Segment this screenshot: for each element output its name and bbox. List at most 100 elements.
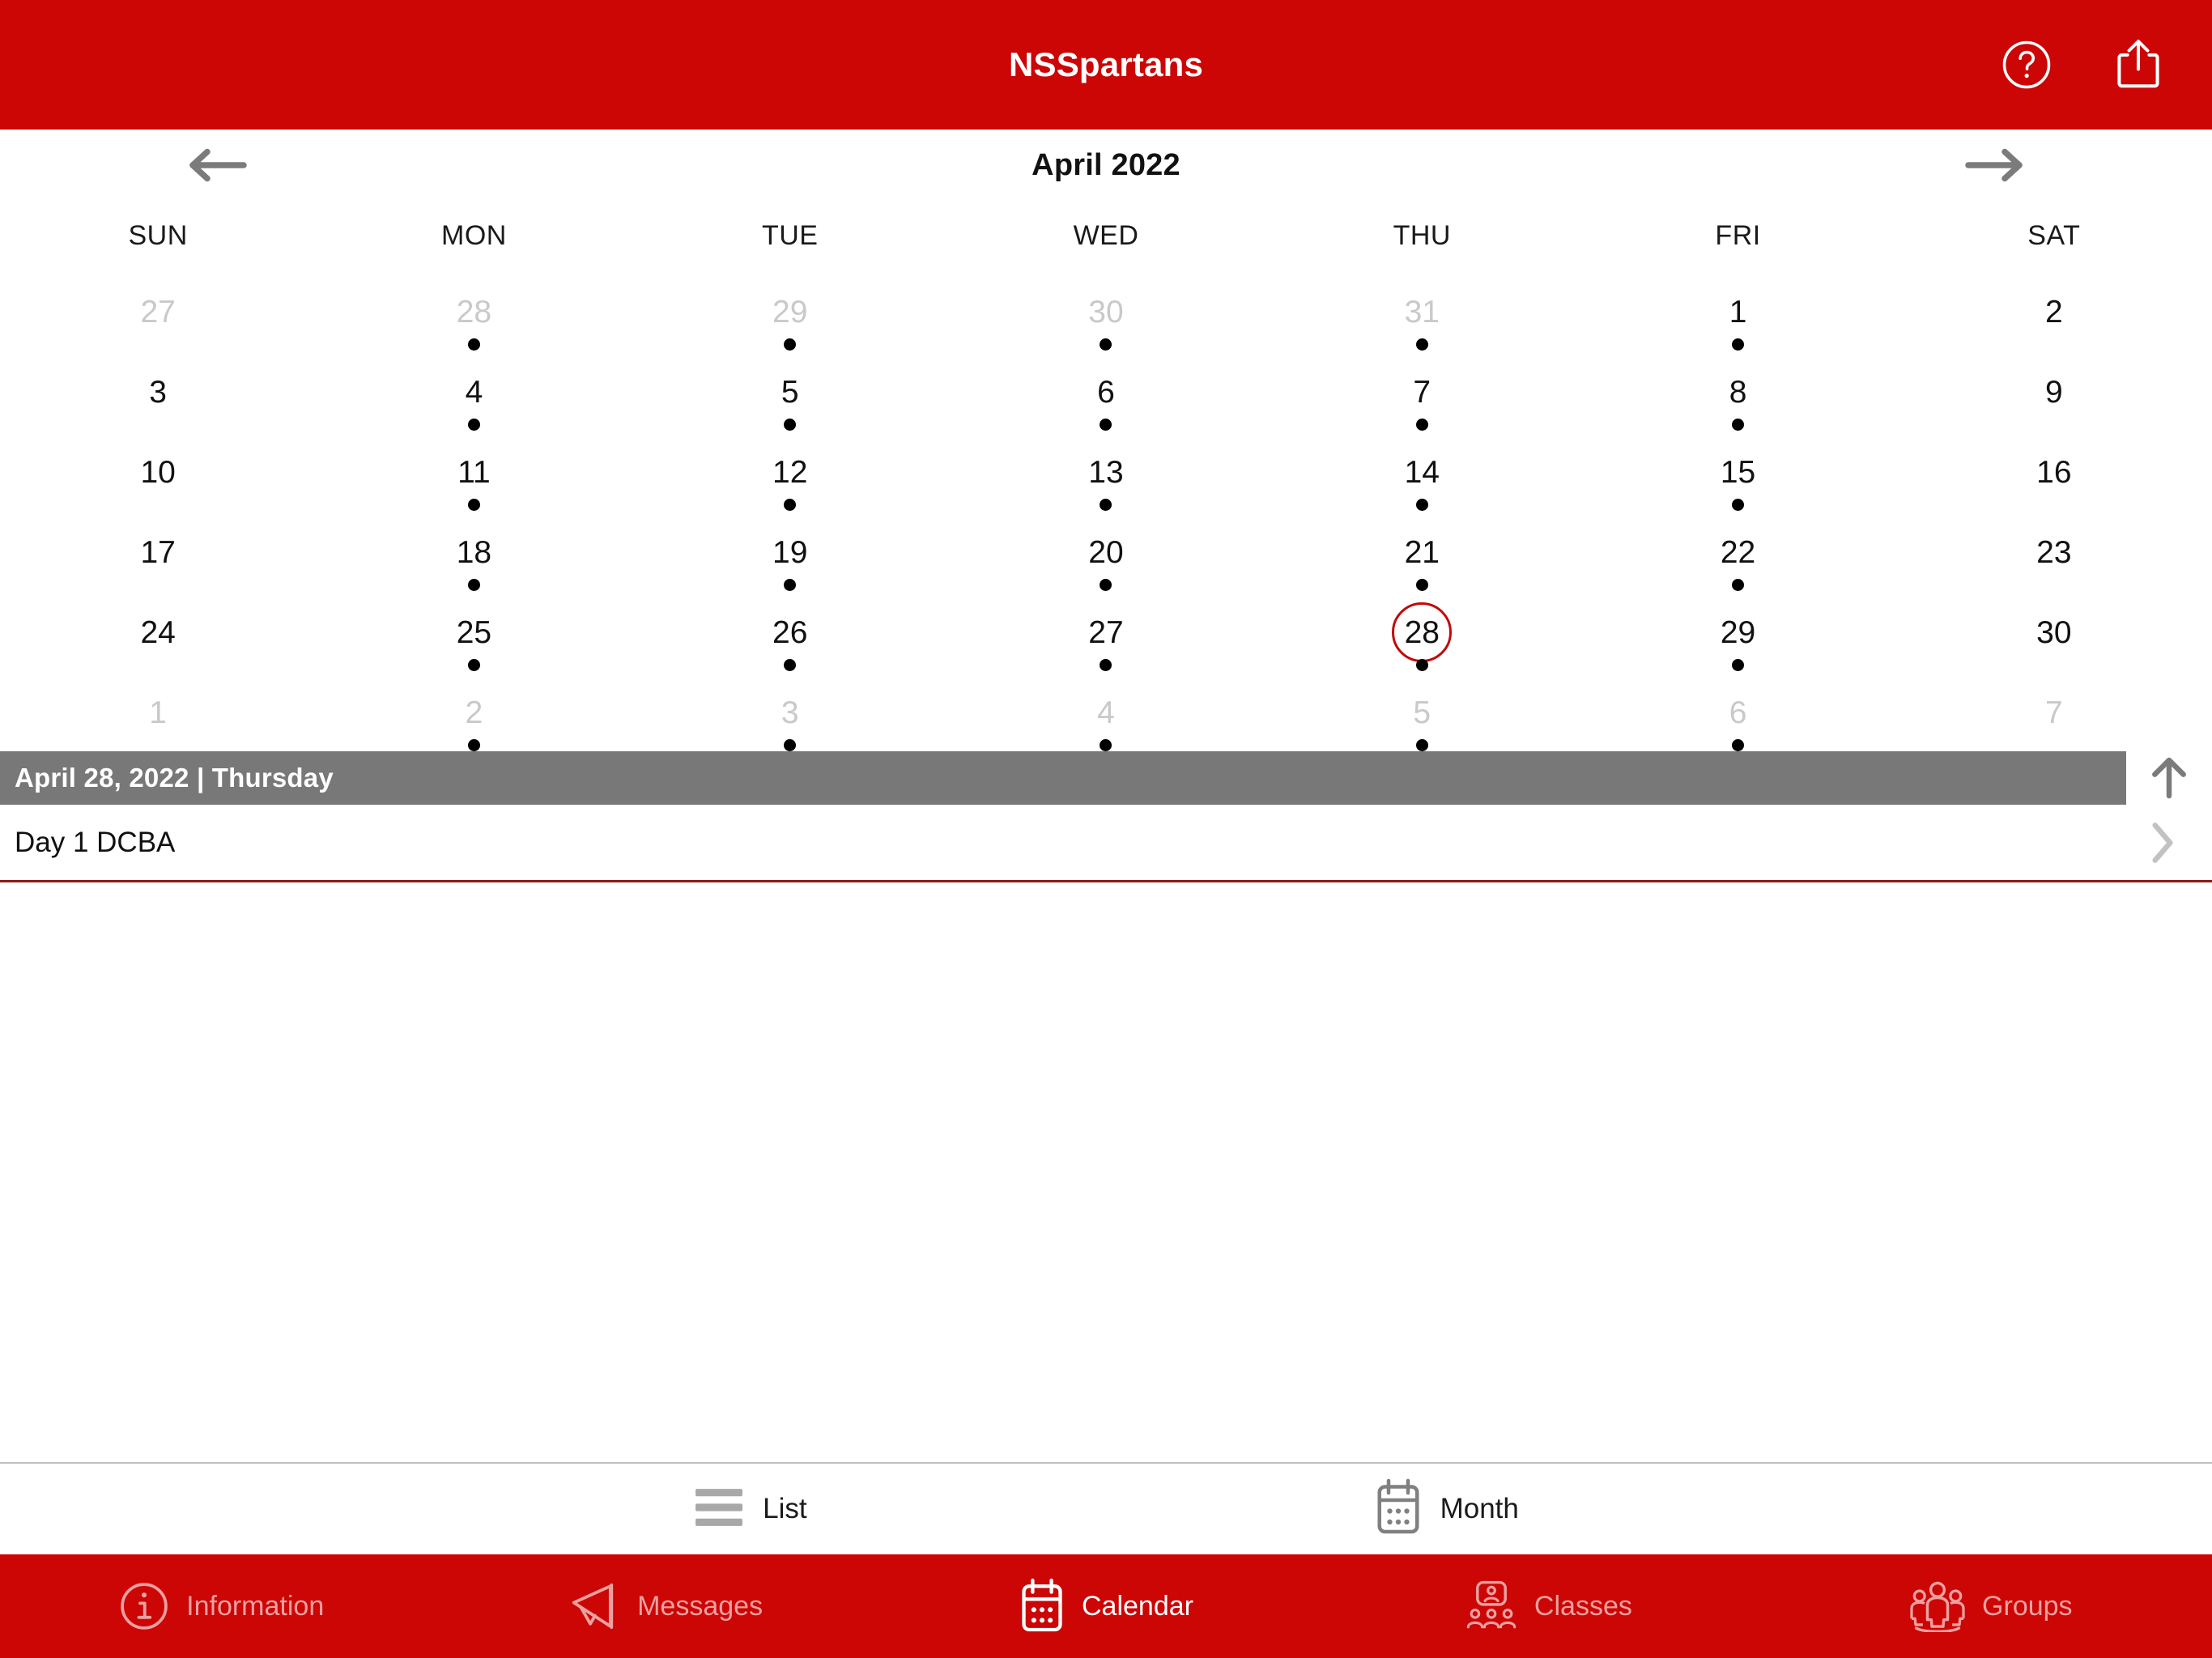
month-title: April 2022 [1032,147,1180,182]
day-number: 9 [2044,374,2063,410]
day-number: 4 [465,374,483,410]
day-cell[interactable]: 26 [632,591,948,671]
event-dot-indicator [467,419,480,431]
day-number: 15 [1720,454,1756,490]
event-dot-indicator [784,499,797,511]
day-cell[interactable]: 2 [316,671,632,751]
day-cell[interactable]: 7 [1264,351,1580,431]
question-circle-icon[interactable] [1998,36,2055,93]
event-dot-indicator [467,579,480,591]
selected-day-bar: April 28, 2022 | Thursday [0,751,2126,805]
tab-classes[interactable]: Classes [1327,1579,1769,1633]
day-cell[interactable]: 21 [1264,511,1580,591]
day-cell[interactable]: 20 [948,511,1264,591]
day-number: 2 [465,695,483,730]
day-number: 1 [1729,294,1747,329]
event-dot-indicator [467,659,480,671]
day-cell[interactable]: 31 [1264,270,1580,351]
day-cell[interactable]: 28 [1264,591,1580,671]
event-dot-indicator [467,739,480,751]
previous-month-arrow-icon[interactable] [178,137,256,193]
view-switch-list[interactable]: List [693,1482,807,1537]
day-cell[interactable]: 29 [1580,591,1895,671]
event-dot-indicator [1732,659,1745,671]
day-cell[interactable]: 18 [316,511,632,591]
day-number: 27 [140,294,176,329]
day-cell[interactable]: 17 [0,511,316,591]
day-number: 29 [1720,614,1756,650]
tab-groups-label: Groups [1982,1590,2073,1622]
day-cell[interactable]: 22 [1580,511,1895,591]
day-cell[interactable]: 11 [316,431,632,511]
event-dot-indicator [784,338,797,351]
day-cell[interactable]: 12 [632,431,948,511]
day-cell[interactable]: 15 [1580,431,1895,511]
day-cell[interactable]: 27 [0,270,316,351]
tab-messages-label: Messages [637,1590,764,1622]
calendar-grid: 27 28 29 30 31 1 2 3 4 5 6 7 8 9 10 11 12 13 14 15 16 17 18 19 2… [0,270,2212,751]
event-dot-indicator [1415,579,1428,591]
day-cell[interactable]: 4 [948,671,1264,751]
day-cell[interactable]: 27 [948,591,1264,671]
day-cell[interactable]: 2 [1896,270,2212,351]
share-upload-icon[interactable] [2110,36,2167,93]
event-dot-indicator [1415,338,1428,351]
day-number: 11 [457,454,491,490]
tab-classes-label: Classes [1534,1590,1632,1622]
day-cell[interactable]: 29 [632,270,948,351]
app-root: NSSpartans April 2022 SUN MON TUE WED TH… [0,0,2212,1658]
day-cell[interactable]: 4 [316,351,632,431]
event-dot-indicator [1732,338,1745,351]
day-cell[interactable]: 25 [316,591,632,671]
day-cell[interactable]: 5 [632,351,948,431]
tab-information[interactable]: Information [0,1580,442,1632]
day-cell[interactable]: 9 [1896,351,2212,431]
event-dot-indicator [1732,579,1745,591]
tab-messages[interactable]: Messages [442,1580,884,1632]
day-cell[interactable]: 6 [948,351,1264,431]
event-dot-indicator [784,739,797,751]
day-cell[interactable]: 30 [1896,591,2212,671]
event-dot-indicator [467,499,480,511]
day-cell[interactable]: 7 [1896,671,2212,751]
arrow-up-icon[interactable] [2126,751,2212,805]
weekday-tue: TUE [761,219,819,251]
tab-information-label: Information [186,1590,325,1622]
calendar-icon [1019,1578,1066,1635]
weekday-sat: SAT [2027,219,2081,251]
view-switch: List Month [0,1462,2212,1554]
day-number: 5 [781,374,799,410]
day-cell[interactable]: 1 [0,671,316,751]
day-number: 10 [140,454,176,490]
event-row[interactable]: Day 1 DCBA [0,805,2212,882]
day-cell[interactable]: 28 [316,270,632,351]
day-cell[interactable]: 10 [0,431,316,511]
day-number: 28 [456,294,492,329]
day-cell[interactable]: 19 [632,511,948,591]
next-month-arrow-icon[interactable] [1956,137,2034,193]
event-dot-indicator [1732,739,1745,751]
day-cell[interactable]: 1 [1580,270,1895,351]
view-switch-month[interactable]: Month [1374,1478,1519,1541]
day-cell[interactable]: 6 [1580,671,1895,751]
day-cell[interactable]: 16 [1896,431,2212,511]
top-app-bar: NSSpartans [0,0,2212,130]
day-cell[interactable]: 5 [1264,671,1580,751]
day-number: 16 [2036,454,2072,490]
event-title: Day 1 DCBA [15,826,176,858]
day-cell[interactable]: 30 [948,270,1264,351]
chevron-right-icon[interactable] [2149,820,2176,865]
day-number: 23 [2036,534,2072,570]
tab-groups[interactable]: Groups [1770,1580,2212,1632]
day-cell[interactable]: 23 [1896,511,2212,591]
day-cell[interactable]: 24 [0,591,316,671]
event-dot-indicator [784,579,797,591]
day-cell[interactable]: 13 [948,431,1264,511]
day-cell[interactable]: 3 [0,351,316,431]
bottom-tab-bar: Information Messages Calendar Classes Gr… [0,1554,2212,1658]
day-number: 5 [1413,695,1431,730]
tab-calendar[interactable]: Calendar [885,1578,1327,1635]
day-cell[interactable]: 3 [632,671,948,751]
day-cell[interactable]: 14 [1264,431,1580,511]
day-cell[interactable]: 8 [1580,351,1895,431]
